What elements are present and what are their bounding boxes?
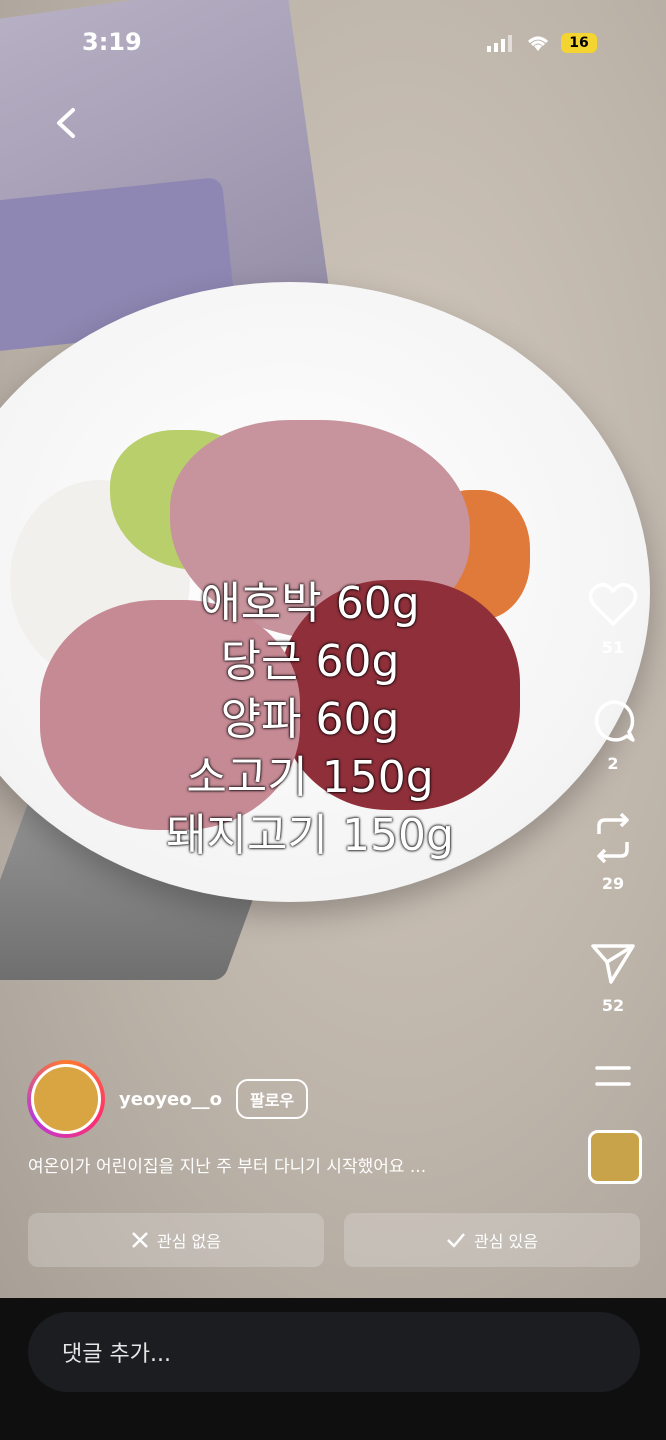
interested-label: 관심 있음 [474, 1232, 538, 1251]
comment-icon [594, 700, 635, 742]
status-time: 3:19 [82, 28, 142, 56]
wifi-icon [528, 36, 548, 51]
comment-bar: 댓글 추가... [0, 1298, 666, 1440]
share-button[interactable]: 52 [583, 940, 643, 1015]
overlay-line: 애호박 60g [200, 578, 420, 629]
overlay-line: 양파 60g [220, 694, 400, 745]
interest-actions: 관심 없음 관심 있음 [28, 1213, 640, 1267]
share-count: 52 [601, 996, 625, 1015]
author-row: yeoyeo__o 팔로우 [27, 1060, 309, 1138]
heart-icon [588, 583, 638, 626]
overlay-line: 돼지고기 150g [166, 810, 454, 861]
close-icon [132, 1232, 148, 1248]
caption[interactable]: 여온이가 어린이집을 지난 주 부터 다니기 시작했어요 ... [28, 1152, 426, 1177]
more-icon[interactable] [593, 1064, 633, 1088]
comment-placeholder: 댓글 추가... [62, 1342, 171, 1367]
check-icon [447, 1233, 465, 1248]
not-interested-label: 관심 없음 [157, 1232, 221, 1251]
avatar-image [31, 1064, 101, 1134]
comment-input[interactable]: 댓글 추가... [28, 1312, 640, 1392]
follow-button[interactable]: 팔로우 [235, 1079, 309, 1119]
like-count: 51 [601, 638, 625, 657]
back-icon[interactable] [49, 104, 87, 142]
status-icons: 16 [487, 33, 597, 53]
repost-count: 29 [601, 874, 625, 893]
avatar[interactable] [27, 1060, 105, 1138]
username[interactable]: yeoyeo__o [119, 1089, 222, 1110]
battery-icon: 16 [561, 33, 597, 53]
signal-icon [487, 35, 512, 52]
send-icon [591, 944, 635, 984]
comment-button[interactable]: 2 [583, 698, 643, 773]
repost-icon [597, 812, 629, 864]
reel-video[interactable]: 3:19 16 애호박 60g 당근 60g 양파 60g 소고기 150g 돼… [0, 0, 666, 1298]
repost-button[interactable]: 29 [583, 812, 643, 893]
overlay-line: 당근 60g [220, 636, 400, 687]
like-button[interactable]: 51 [583, 582, 643, 657]
comment-count: 2 [607, 754, 619, 773]
not-interested-button[interactable]: 관심 없음 [28, 1213, 324, 1267]
ingredient-overlay: 애호박 60g 당근 60g 양파 60g 소고기 150g 돼지고기 150g [130, 575, 490, 865]
audio-thumbnail[interactable] [588, 1130, 642, 1184]
interested-button[interactable]: 관심 있음 [344, 1213, 640, 1267]
overlay-line: 소고기 150g [186, 752, 434, 803]
